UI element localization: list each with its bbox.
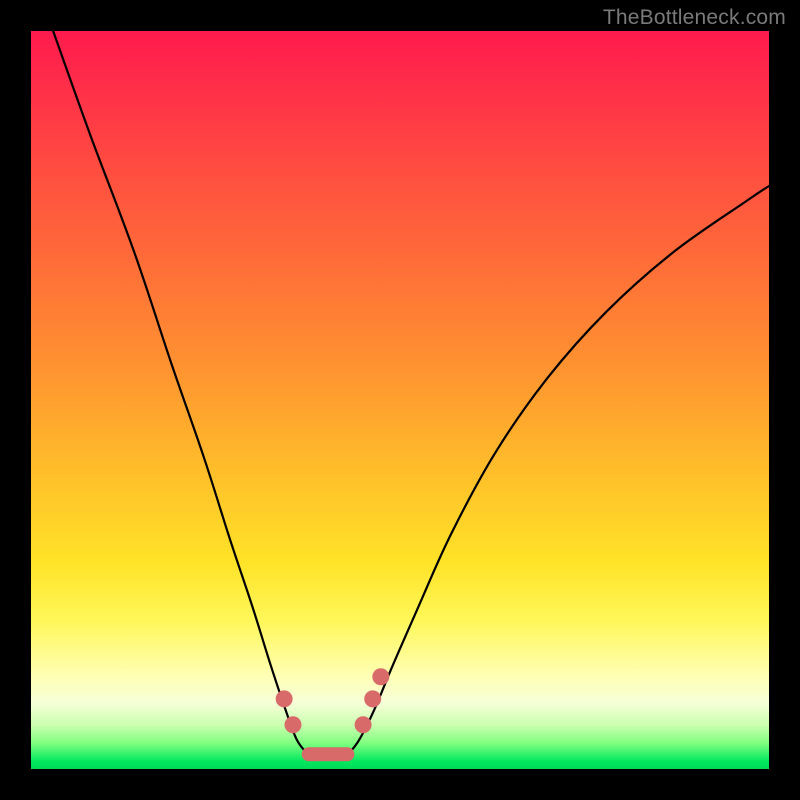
- watermark-text: TheBottleneck.com: [603, 6, 786, 30]
- data-marker: [372, 668, 389, 685]
- chart-svg: [31, 31, 769, 769]
- data-marker: [364, 690, 381, 707]
- valley-floor-bar: [302, 747, 355, 761]
- data-marker: [276, 690, 293, 707]
- curve-right-arm: [348, 186, 769, 754]
- chart-frame: TheBottleneck.com: [0, 0, 800, 800]
- data-marker: [355, 716, 372, 733]
- curve-left-arm: [53, 31, 308, 754]
- data-marker: [284, 716, 301, 733]
- chart-plot-area: [31, 31, 769, 769]
- marker-group: [276, 668, 390, 733]
